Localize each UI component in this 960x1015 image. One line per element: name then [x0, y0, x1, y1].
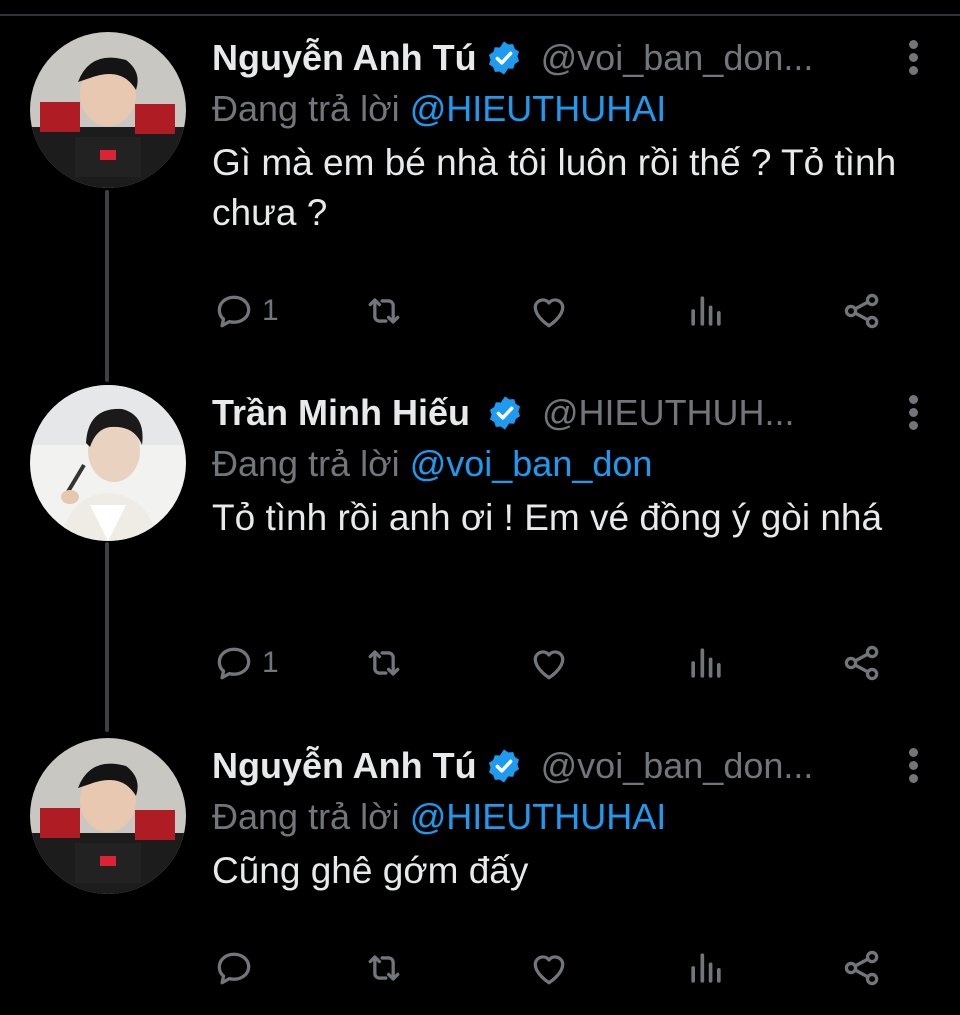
like-button[interactable]	[527, 638, 571, 688]
tweet[interactable]: Trần Minh Hiếu @HIEUTHUH... Đang trả lời…	[0, 385, 960, 705]
like-icon	[533, 650, 565, 680]
reply-button[interactable]: 1	[212, 286, 279, 336]
share-button[interactable]	[840, 638, 884, 688]
action-bar	[212, 943, 892, 993]
reply-icon	[217, 952, 251, 985]
replying-to-label: Đang trả lời	[212, 796, 410, 837]
reply-icon	[217, 295, 251, 328]
verified-badge-icon	[488, 41, 519, 75]
author-handle[interactable]: @voi_ban_don...	[541, 37, 814, 79]
retweet-button[interactable]	[362, 286, 406, 336]
verified-badge-icon	[489, 396, 521, 430]
action-bar: 1	[212, 638, 892, 688]
replying-to-label: Đang trả lời	[212, 443, 410, 484]
retweet-icon	[368, 298, 400, 324]
tweet-header: Nguyễn Anh Tú @voi_ban_don...	[212, 30, 930, 86]
more-options-icon[interactable]	[906, 395, 920, 435]
mention-link[interactable]: @voi_ban_don	[410, 443, 653, 484]
share-button[interactable]	[840, 286, 884, 336]
tweet-text: Gì mà em bé nhà tôi luôn rồi thế ? Tỏ tì…	[212, 142, 897, 233]
tweet-header: Nguyễn Anh Tú @voi_ban_don...	[212, 738, 930, 794]
replying-to: Đang trả lời @voi_ban_don	[212, 443, 652, 485]
author-name[interactable]: Trần Minh Hiếu	[212, 392, 470, 434]
tweet[interactable]: Nguyễn Anh Tú @voi_ban_don... Đang trả l…	[0, 738, 960, 1008]
replying-to: Đang trả lời @HIEUTHUHAI	[212, 88, 666, 130]
like-icon	[533, 955, 565, 985]
mention-link[interactable]: @HIEUTHUHAI	[410, 796, 667, 837]
reply-icon	[217, 647, 251, 680]
like-button[interactable]	[527, 943, 571, 993]
retweet-icon	[368, 955, 400, 981]
share-icon	[844, 645, 879, 681]
mention-link[interactable]: @HIEUTHUHAI	[410, 88, 667, 129]
share-icon	[844, 293, 879, 329]
retweet-button[interactable]	[362, 638, 406, 688]
like-button[interactable]	[527, 286, 571, 336]
views-button[interactable]	[684, 638, 728, 688]
replying-to-label: Đang trả lời	[212, 88, 410, 129]
tweet-header: Trần Minh Hiếu @HIEUTHUH...	[212, 385, 930, 441]
retweet-button[interactable]	[362, 943, 406, 993]
views-icon	[691, 953, 721, 983]
tweet-text: Tỏ tình rồi anh ơi ! Em vé đồng ý gòi nh…	[212, 497, 883, 538]
top-divider	[0, 14, 960, 16]
reply-count: 1	[262, 646, 279, 679]
avatar[interactable]	[30, 738, 186, 894]
reply-count: 1	[262, 294, 279, 327]
replying-to: Đang trả lời @HIEUTHUHAI	[212, 796, 666, 838]
avatar[interactable]	[30, 32, 186, 188]
reply-button[interactable]: 1	[212, 638, 279, 688]
author-handle[interactable]: @HIEUTHUH...	[542, 392, 795, 434]
verified-badge-icon	[488, 749, 519, 783]
action-bar: 1	[212, 286, 892, 336]
more-options-icon[interactable]	[906, 748, 920, 788]
reply-button[interactable]	[212, 943, 262, 993]
more-options-icon[interactable]	[906, 40, 920, 80]
views-icon	[691, 648, 721, 678]
retweet-icon	[368, 650, 400, 676]
views-button[interactable]	[684, 286, 728, 336]
tweet-text: Cũng ghê gớm đấy	[212, 850, 529, 891]
share-button[interactable]	[840, 943, 884, 993]
views-button[interactable]	[684, 943, 728, 993]
author-handle[interactable]: @voi_ban_don...	[541, 745, 814, 787]
author-name[interactable]: Nguyễn Anh Tú	[212, 37, 477, 79]
tweet[interactable]: Nguyễn Anh Tú @voi_ban_don... Đang trả l…	[0, 30, 960, 350]
author-name[interactable]: Nguyễn Anh Tú	[212, 745, 477, 787]
views-icon	[691, 296, 721, 326]
share-icon	[844, 950, 879, 986]
like-icon	[533, 298, 565, 328]
avatar[interactable]	[30, 385, 186, 541]
